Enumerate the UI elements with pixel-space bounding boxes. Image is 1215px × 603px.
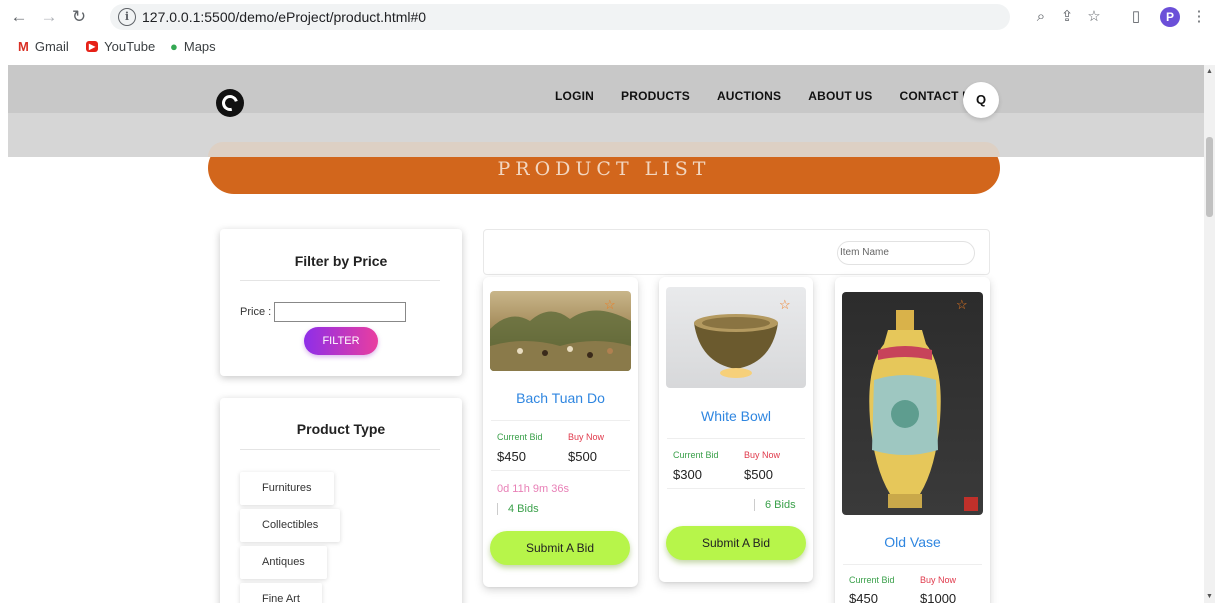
bookmark-maps[interactable]: ● Maps bbox=[170, 39, 216, 54]
current-bid-value: $450 bbox=[497, 449, 526, 464]
site-logo[interactable] bbox=[216, 89, 244, 117]
nav-about-us[interactable]: ABOUT US bbox=[808, 89, 872, 103]
product-card-white-bowl: ☆ White Bowl Current Bid Buy Now $300 $5… bbox=[659, 277, 813, 582]
current-bid-value: $450 bbox=[849, 591, 878, 603]
price-label: Price : bbox=[240, 306, 272, 318]
type-item-antiques[interactable]: Antiques bbox=[240, 546, 327, 579]
favorite-star-icon[interactable]: ☆ bbox=[604, 297, 616, 313]
nav-auctions[interactable]: AUCTIONS bbox=[717, 89, 781, 103]
url-text: 127.0.0.1:5500/demo/eProject/product.htm… bbox=[142, 9, 427, 25]
filter-price-title: Filter by Price bbox=[294, 253, 388, 269]
submit-bid-button[interactable]: Submit A Bid bbox=[666, 526, 806, 560]
price-input[interactable] bbox=[274, 302, 406, 322]
buy-now-value: $500 bbox=[744, 467, 773, 482]
favorite-star-icon[interactable]: ☆ bbox=[779, 297, 791, 313]
buy-now-label: Buy Now bbox=[744, 450, 781, 460]
bid-count: 4 Bids bbox=[497, 503, 539, 515]
type-item-fine-art[interactable]: Fine Art bbox=[240, 583, 322, 603]
product-search-bar: Item Name bbox=[483, 229, 990, 275]
browser-toolbar: ← → ↻ i 127.0.0.1:5500/demo/eProject/pro… bbox=[0, 0, 1215, 34]
submit-bid-button[interactable]: Submit A Bid bbox=[490, 531, 630, 565]
bookmark-gmail[interactable]: M Gmail bbox=[18, 39, 69, 54]
side-panel-icon[interactable]: ▯ bbox=[1126, 7, 1146, 27]
countdown-timer: 0d 11h 9m 36s bbox=[497, 483, 569, 495]
product-list-banner: PRODUCT LIST bbox=[208, 142, 1000, 194]
current-bid-value: $300 bbox=[673, 467, 702, 482]
page-title: PRODUCT LIST bbox=[497, 158, 711, 180]
buy-now-value: $1000 bbox=[920, 591, 957, 603]
gmail-icon: M bbox=[18, 39, 29, 54]
current-bid-label: Current Bid bbox=[673, 450, 719, 460]
share-icon[interactable]: ⇪ bbox=[1057, 7, 1077, 27]
type-item-furnitures[interactable]: Furnitures bbox=[240, 472, 334, 505]
buy-now-value: $500 bbox=[568, 449, 597, 464]
product-title[interactable]: Old Vase bbox=[835, 534, 990, 550]
buy-now-label: Buy Now bbox=[920, 575, 957, 585]
seal-stamp bbox=[964, 497, 978, 511]
product-type-panel: Product Type Furnitures Collectibles Ant… bbox=[220, 398, 462, 603]
profile-avatar[interactable]: P bbox=[1160, 7, 1180, 27]
info-icon[interactable]: i bbox=[118, 8, 136, 26]
bookmarks-bar: M Gmail ▶ YouTube ● Maps bbox=[0, 34, 1215, 62]
filter-price-panel: Filter by Price Price : FILTER bbox=[220, 229, 462, 376]
main-nav: LOGIN PRODUCTS AUCTIONS ABOUT US CONTACT… bbox=[555, 89, 979, 103]
type-item-collectibles[interactable]: Collectibles bbox=[240, 509, 341, 542]
bookmark-star-icon[interactable]: ☆ bbox=[1084, 7, 1104, 27]
page-scrollbar[interactable]: ▲ ▼ bbox=[1204, 65, 1215, 603]
search-icon: Q bbox=[975, 92, 987, 107]
filter-button[interactable]: FILTER bbox=[304, 327, 378, 355]
current-bid-label: Current Bid bbox=[497, 432, 543, 442]
youtube-icon: ▶ bbox=[86, 41, 99, 52]
current-bid-label: Current Bid bbox=[849, 575, 895, 585]
nav-products[interactable]: PRODUCTS bbox=[621, 89, 690, 103]
maps-icon: ● bbox=[170, 39, 178, 54]
item-name-input[interactable]: Item Name bbox=[837, 241, 975, 265]
bid-count: 6 Bids bbox=[754, 499, 796, 511]
more-menu-icon[interactable]: ⋮ bbox=[1189, 7, 1209, 27]
nav-login[interactable]: LOGIN bbox=[555, 89, 594, 103]
address-bar[interactable]: i 127.0.0.1:5500/demo/eProject/product.h… bbox=[110, 4, 1010, 30]
zoom-icon[interactable]: ⌕ bbox=[1031, 7, 1051, 27]
product-title[interactable]: Bach Tuan Do bbox=[483, 390, 638, 406]
product-title[interactable]: White Bowl bbox=[659, 408, 813, 424]
forward-arrow-icon[interactable]: → bbox=[38, 6, 60, 28]
search-button[interactable]: Q bbox=[963, 82, 999, 118]
product-card-bach-tuan-do: ☆ Bach Tuan Do Current Bid Buy Now $450 … bbox=[483, 277, 638, 587]
back-arrow-icon[interactable]: ← bbox=[8, 6, 30, 28]
scroll-up-icon[interactable]: ▲ bbox=[1206, 68, 1213, 75]
bookmark-youtube[interactable]: ▶ YouTube bbox=[86, 39, 155, 54]
buy-now-label: Buy Now bbox=[568, 432, 605, 442]
product-image[interactable] bbox=[842, 292, 983, 515]
product-type-title: Product Type bbox=[296, 421, 386, 437]
scroll-thumb[interactable] bbox=[1206, 137, 1213, 217]
product-card-old-vase: ☆ Old Vase Current Bid Buy Now $450 $100… bbox=[835, 277, 990, 603]
favorite-star-icon[interactable]: ☆ bbox=[956, 297, 968, 313]
page-viewport: LOGIN PRODUCTS AUCTIONS ABOUT US CONTACT… bbox=[8, 65, 1204, 603]
reload-icon[interactable]: ↻ bbox=[68, 6, 90, 28]
scroll-down-icon[interactable]: ▼ bbox=[1206, 593, 1213, 600]
